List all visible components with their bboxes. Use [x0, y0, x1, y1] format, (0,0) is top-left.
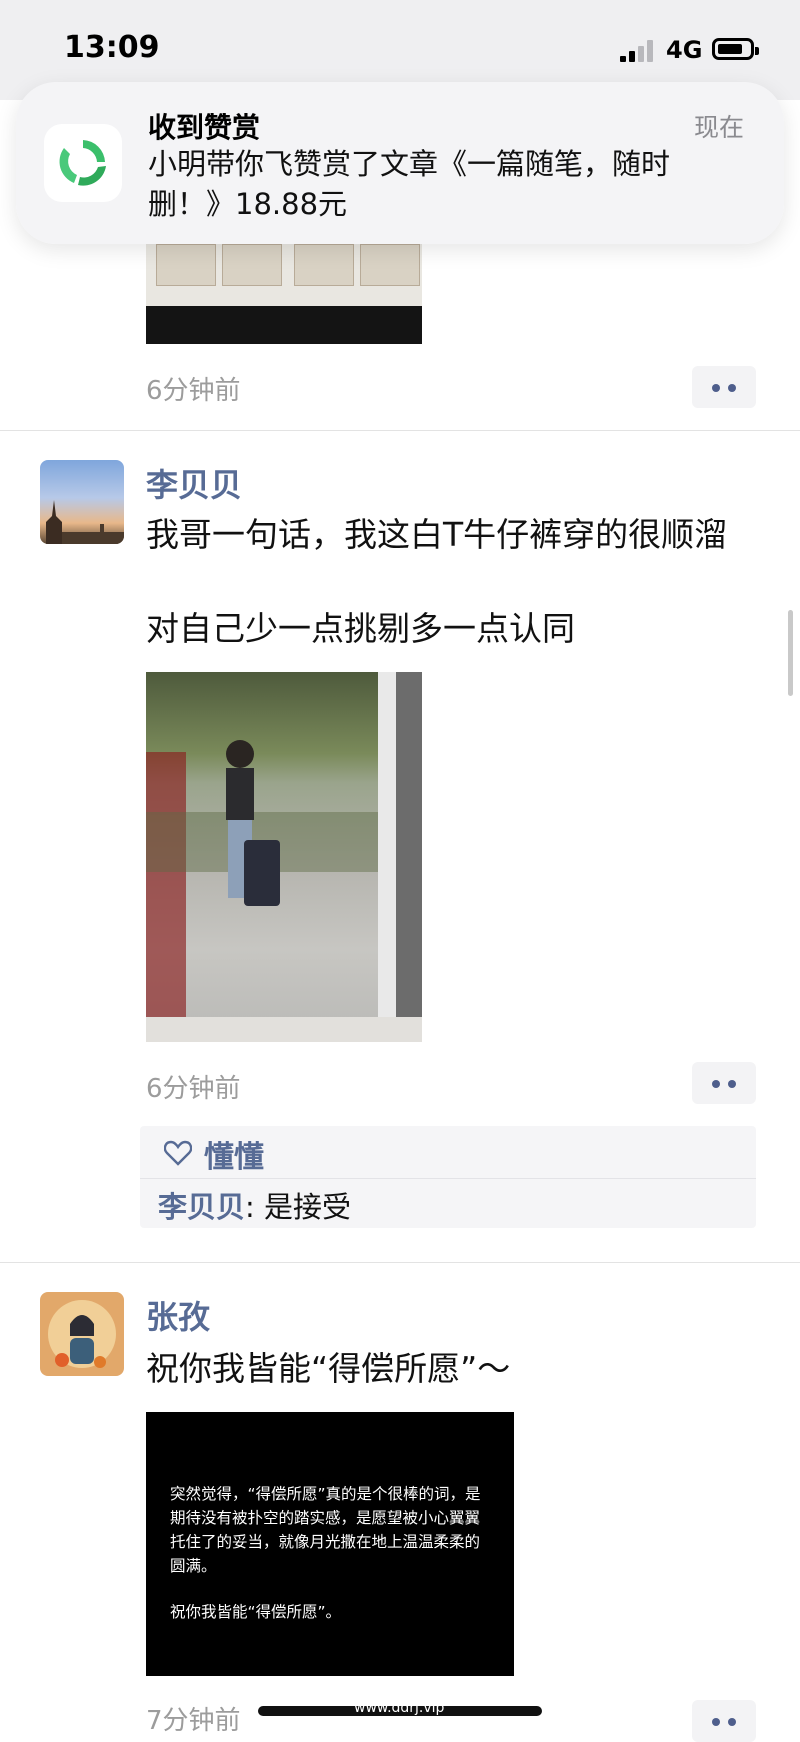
post-image[interactable]: 突然觉得，“得偿所愿”真的是个很棒的词，是期待没有被扑空的踏实感，是愿望被小心翼… — [146, 1412, 514, 1676]
likes-row: 懂懂 — [140, 1126, 756, 1179]
notification-title: 收到赞赏 — [148, 111, 261, 144]
refresh-logo-icon — [59, 140, 106, 186]
divider — [0, 1262, 800, 1263]
post-time: 6分钟前 — [146, 376, 241, 406]
avatar-illustration — [48, 1300, 116, 1368]
avatar[interactable] — [40, 1292, 124, 1376]
building-silhouette — [46, 500, 124, 544]
notification-time: 现在 — [693, 113, 744, 142]
avatar[interactable] — [40, 460, 124, 544]
image-sign-text: 祝你我皆能“得偿所愿”。 — [170, 1603, 342, 1621]
more-button[interactable] — [692, 366, 756, 408]
image-text: 突然觉得，“得偿所愿”真的是个很棒的词，是期待没有被扑空的踏实感，是愿望被小心翼… — [170, 1485, 481, 1575]
notification-body: 小明带你飞赞赏了文章《一篇随笔，随时删！》18.88元 — [148, 147, 671, 221]
post-photo[interactable] — [146, 672, 422, 1042]
likes-comments-box: 懂懂 李贝贝: 是接受 — [140, 1126, 756, 1228]
post-text-line1: 我哥一句话，我这白T牛仔裤穿的很顺溜 — [146, 515, 728, 554]
heart-icon — [164, 1140, 192, 1166]
photo-illustration — [146, 672, 422, 1042]
post-text-line2: 对自己少一点挑剔多一点认同 — [146, 609, 575, 648]
divider — [0, 430, 800, 431]
watermark: www.ddrj.vip — [354, 1700, 445, 1716]
more-button[interactable] — [692, 1700, 756, 1742]
post-image[interactable] — [146, 244, 422, 344]
signal-icon — [620, 40, 654, 62]
post-time: 6分钟前 — [146, 1074, 241, 1104]
post-time: 7分钟前 — [146, 1706, 241, 1736]
notification-banner[interactable]: 收到赞赏 现在 小明带你飞赞赏了文章《一篇随笔，随时删！》18.88元 — [16, 82, 784, 244]
scroll-indicator[interactable] — [788, 610, 793, 696]
status-time: 13:09 — [64, 30, 160, 65]
comment-author[interactable]: 李贝贝 — [158, 1190, 245, 1224]
comment-text: : 是接受 — [245, 1190, 352, 1224]
app-icon — [44, 124, 122, 202]
like-user[interactable]: 懂懂 — [204, 1132, 264, 1176]
battery-icon — [712, 38, 759, 60]
comment[interactable]: 李贝贝: 是接受 — [158, 1184, 351, 1226]
post-text: 祝你我皆能“得偿所愿”～ — [146, 1349, 511, 1388]
more-button[interactable] — [692, 1062, 756, 1104]
author-name[interactable]: 李贝贝 — [146, 460, 242, 506]
network-type: 4G — [666, 36, 703, 64]
author-name[interactable]: 张孜 — [146, 1292, 210, 1338]
